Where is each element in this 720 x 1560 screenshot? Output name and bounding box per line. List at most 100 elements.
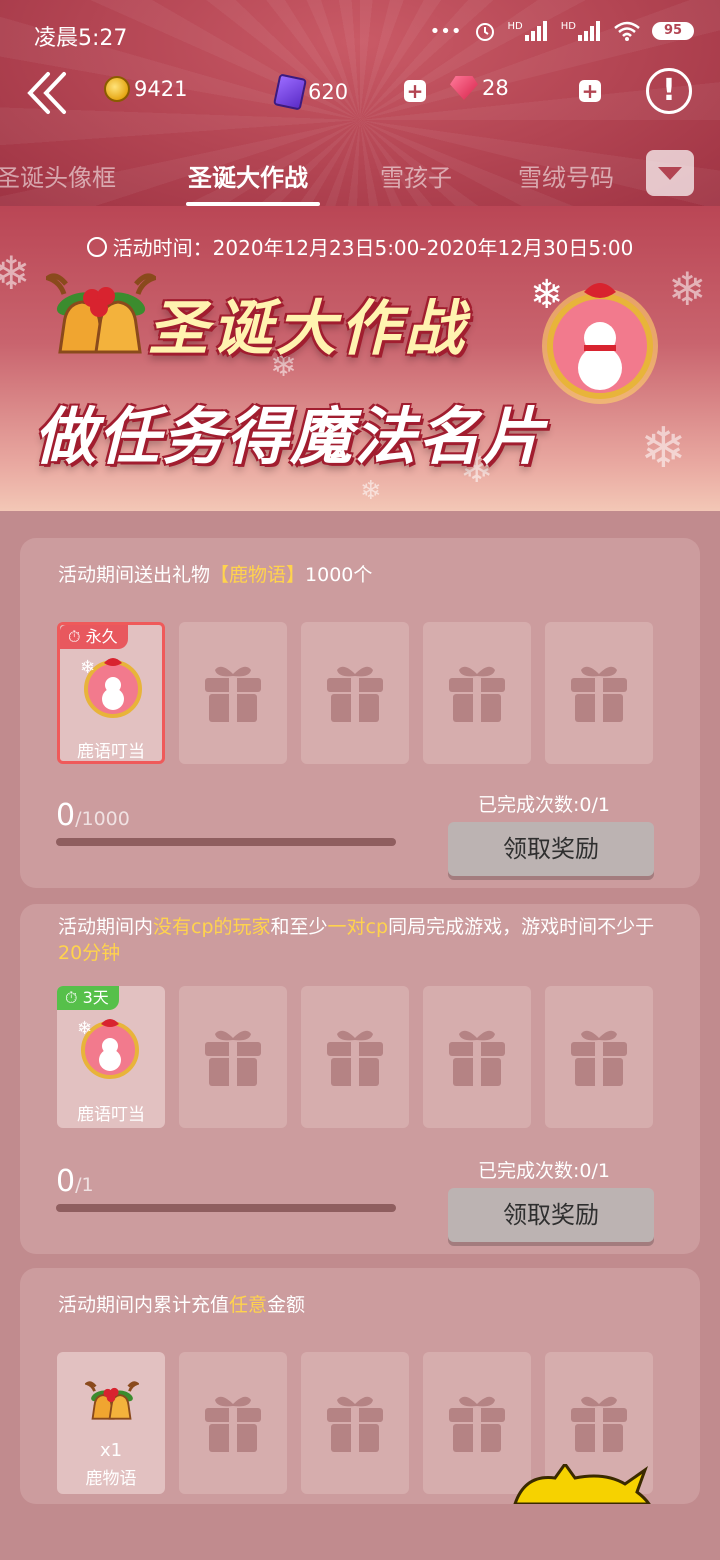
signal-hd-label-2: HD (560, 20, 576, 32)
task-desc-highlight: 任意 (229, 1294, 268, 1316)
coin-balance: 9421 (104, 76, 187, 102)
task-desc-highlight: 一对cp (327, 916, 389, 938)
add-cards-button[interactable]: + (404, 80, 426, 102)
task-desc-text: 活动期间送出礼物 (58, 564, 211, 586)
gift-icon (571, 1396, 627, 1452)
reward-slot-3[interactable] (301, 1352, 409, 1494)
christmas-bells-icon (46, 273, 156, 354)
reward-slot-3[interactable] (301, 986, 409, 1128)
progress-total: /1000 (75, 808, 130, 830)
task-desc-text: 金额 (267, 1294, 306, 1316)
reward-slot-3[interactable] (301, 622, 409, 764)
reward-slot-1[interactable]: ⏱ 3天 ❄ 鹿语叮当 (57, 986, 165, 1128)
progress-bar (56, 1204, 396, 1212)
task-description: 活动期间送出礼物【鹿物语】1000个 (58, 562, 678, 588)
duration-badge: ⏱ 3天 (57, 986, 119, 1010)
badge-text: 永久 (85, 627, 118, 646)
top-bar: 9421 620 + 28 + ! (0, 62, 720, 122)
reward-slot-2[interactable] (179, 622, 287, 764)
task-desc-text: 和至少 (270, 916, 328, 938)
progress-value: 0/1 (56, 1164, 94, 1199)
duration-badge: ⏱ 永久 (60, 625, 128, 649)
complete-count: 已完成次数:0/1 (478, 794, 610, 816)
reward-name: 鹿语叮当 (77, 1105, 145, 1125)
snowman-orb-icon: ❄ (80, 657, 142, 718)
tab-snow-child[interactable]: 雪孩子 (380, 158, 452, 193)
progress-total: /1 (75, 1174, 94, 1196)
tab-christmas-frame[interactable]: 圣诞头像框 (0, 158, 116, 193)
task-card: 活动期间送出礼物【鹿物语】1000个 ⏱ 永久 ❄ 鹿语叮当 0/1000 已完… (20, 538, 700, 888)
activity-time-text: 活动时间：2020年12月23日5:00-2020年12月30日5:00 (112, 236, 634, 260)
svg-text:❄: ❄ (530, 272, 564, 318)
gem-balance: 28 (450, 76, 509, 100)
snowflake-icon: ❄ (668, 262, 707, 316)
coin-amount: 9421 (134, 77, 188, 101)
more-dots-icon: ••• (429, 20, 462, 42)
gift-icon (327, 1396, 383, 1452)
tab-christmas-battle[interactable]: 圣诞大作战 (188, 158, 308, 193)
status-bar: 凌晨5:27 ••• HD HD 95 (0, 0, 720, 70)
add-gems-button[interactable]: + (579, 80, 601, 102)
task-description: 活动期间内累计充值任意金额 (58, 1292, 678, 1318)
info-button[interactable]: ! (646, 68, 692, 114)
alarm-icon (475, 23, 494, 41)
progress-current: 0 (56, 798, 76, 833)
gift-icon (327, 666, 383, 722)
gift-icon (449, 1030, 505, 1086)
gift-icon (205, 666, 261, 722)
complete-count: 已完成次数:0/1 (478, 1160, 610, 1182)
reward-slot-5[interactable] (545, 986, 653, 1128)
mascot-peek-icon (513, 1464, 651, 1504)
reward-slot-5[interactable] (545, 622, 653, 764)
activity-time: 活动时间：2020年12月23日5:00-2020年12月30日5:00 (0, 232, 720, 261)
progress-current: 0 (56, 1164, 76, 1199)
reward-slot-4[interactable] (423, 986, 531, 1128)
card-balance: 620 (272, 73, 348, 111)
gift-icon (449, 666, 505, 722)
task-desc-text: 1000个 (305, 564, 373, 586)
task-desc-highlight: 没有cp的玩家 (153, 916, 271, 938)
battery-indicator: 95 (652, 22, 694, 40)
task-desc-highlight: 20分钟 (58, 942, 121, 964)
status-icons: ••• HD HD 95 (430, 20, 694, 42)
claim-reward-button[interactable]: 领取奖励 (448, 822, 654, 876)
signal-hd-label: HD (507, 20, 523, 32)
reward-slot-1[interactable]: ⏱ 永久 ❄ 鹿语叮当 (57, 622, 165, 764)
clock-icon (86, 237, 107, 257)
reward-slot-2[interactable] (179, 1352, 287, 1494)
reward-slot-1[interactable]: x1 鹿物语 (57, 1352, 165, 1494)
gem-amount: 28 (482, 76, 509, 100)
banner-subtitle: 做任务得魔法名片 (34, 400, 547, 473)
gift-icon (205, 1030, 261, 1086)
signal-icon (524, 21, 547, 41)
gift-icon (571, 1030, 627, 1086)
gift-icon (571, 666, 627, 722)
reward-slot-4[interactable] (423, 622, 531, 764)
tab-bar: 圣诞头像框 圣诞大作战 雪孩子 雪绒号码 (0, 140, 720, 206)
snowman-orb-icon: ❄ (77, 1018, 139, 1079)
snowflake-icon: ❄ (360, 476, 382, 506)
task-desc-highlight: 【鹿物语】 (210, 564, 306, 586)
snowflake-icon: ❄ (640, 416, 687, 481)
gift-icon (205, 1396, 261, 1452)
tab-snow-number[interactable]: 雪绒号码 (518, 158, 626, 193)
reward-name: 鹿语叮当 (77, 742, 145, 762)
banner-title: 圣诞大作战 (148, 294, 468, 364)
task-desc-text: 活动期间内 (58, 916, 154, 938)
event-banner: ❄ ❄ ❄ ❄ ❄ ❄ 活动时间：2020年12月23日5:00-2020年12… (0, 206, 720, 511)
back-button[interactable] (24, 68, 74, 118)
progress-bar (56, 838, 396, 846)
task-desc-text: 同局完成游戏，游戏时间不少于 (388, 916, 655, 938)
reward-quantity: x1 (99, 1440, 123, 1461)
task-card: 活动期间内没有cp的玩家和至少一对cp同局完成游戏，游戏时间不少于 20分钟 ⏱ … (20, 904, 700, 1254)
tab-dropdown-button[interactable] (646, 150, 694, 196)
reward-slot-2[interactable] (179, 986, 287, 1128)
badge-text: 3天 (82, 988, 109, 1007)
claim-reward-button[interactable]: 领取奖励 (448, 1188, 654, 1242)
progress-value: 0/1000 (56, 798, 130, 833)
coin-icon (104, 76, 130, 102)
gift-icon (449, 1396, 505, 1452)
svg-text:❄: ❄ (80, 657, 95, 678)
christmas-bells-icon (85, 1381, 139, 1420)
task-description: 活动期间内没有cp的玩家和至少一对cp同局完成游戏，游戏时间不少于 20分钟 (58, 914, 678, 966)
